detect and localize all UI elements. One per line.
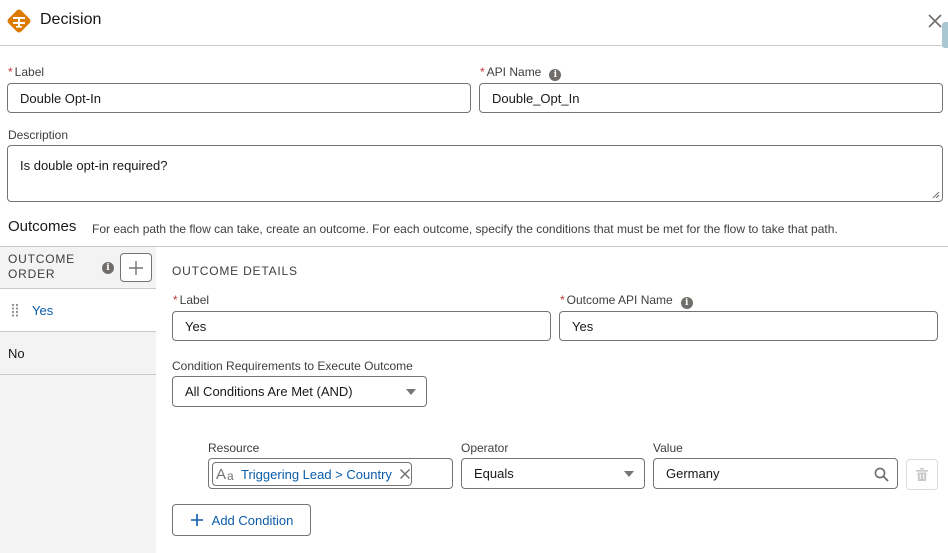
search-icon xyxy=(874,467,889,482)
modal-title: Decision xyxy=(40,11,102,28)
outcome-item-label: No xyxy=(8,345,25,361)
text-type-icon: Aa xyxy=(216,465,234,483)
description-value: Is double opt-in required? xyxy=(20,158,168,173)
outcome-label-field-label: * Label xyxy=(173,293,209,307)
trash-icon xyxy=(916,468,928,481)
add-condition-label: Add Condition xyxy=(211,512,294,528)
info-icon[interactable]: i xyxy=(102,262,114,274)
outcome-label-value: Yes xyxy=(185,318,207,334)
api-name-input-value: Double_Opt_In xyxy=(492,90,580,106)
outcome-item-yes[interactable]: Yes xyxy=(0,289,156,332)
outcome-api-name-text: Outcome API Name xyxy=(566,293,673,307)
outcomes-description: For each path the flow can take, create … xyxy=(92,222,838,236)
resource-pill[interactable]: Aa Triggering Lead > Country xyxy=(212,462,412,486)
label-input-value: Double Opt-In xyxy=(20,90,101,106)
api-name-input[interactable]: Double_Opt_In xyxy=(479,83,943,113)
required-marker: * xyxy=(8,65,13,79)
operator-select[interactable]: Equals xyxy=(461,458,645,489)
resource-pill-label: Triggering Lead > Country xyxy=(241,466,392,482)
chevron-down-icon xyxy=(406,388,416,395)
condition-requirements-label: Condition Requirements to Execute Outcom… xyxy=(172,359,413,373)
outcome-order-sidebar: OUTCOME ORDER i Yes No xyxy=(0,247,156,553)
condition-requirements-select[interactable]: All Conditions Are Met (AND) xyxy=(172,376,427,407)
decision-icon xyxy=(7,9,31,33)
outcome-item-label: Yes xyxy=(32,302,54,318)
required-marker: * xyxy=(480,65,485,79)
required-marker: * xyxy=(560,293,565,307)
outcomes-heading: Outcomes xyxy=(8,218,77,235)
info-icon[interactable]: i xyxy=(680,297,693,309)
outcome-details-heading: OUTCOME DETAILS xyxy=(172,264,298,278)
outcome-order-header: OUTCOME ORDER i xyxy=(0,247,156,289)
chevron-down-icon xyxy=(624,470,634,477)
outcome-label-input[interactable]: Yes xyxy=(172,311,551,341)
required-marker: * xyxy=(173,293,178,307)
description-field-label: Description xyxy=(8,128,69,142)
outcome-order-label: OUTCOME ORDER xyxy=(8,252,75,281)
value-input-value: Germany xyxy=(666,466,720,481)
outcome-api-name-field-label: * Outcome API Name i xyxy=(560,293,693,309)
add-condition-button[interactable]: Add Condition xyxy=(172,504,311,536)
api-name-text: API Name xyxy=(486,65,542,79)
remove-icon[interactable] xyxy=(399,468,411,480)
outcome-api-name-input[interactable]: Yes xyxy=(559,311,938,341)
label-text: Label xyxy=(14,65,45,79)
resource-label: Resource xyxy=(208,441,260,455)
side-panel-edge xyxy=(942,22,948,48)
plus-icon xyxy=(129,260,143,275)
drag-handle-icon[interactable] xyxy=(11,303,19,317)
add-outcome-button[interactable] xyxy=(120,253,152,282)
resize-grip-icon[interactable] xyxy=(932,191,940,199)
delete-condition-button[interactable] xyxy=(906,459,938,490)
plus-icon xyxy=(190,514,203,526)
operator-value: Equals xyxy=(474,466,514,481)
outcome-item-no[interactable]: No xyxy=(0,332,156,375)
description-textarea[interactable]: Is double opt-in required? xyxy=(7,145,943,202)
outcome-api-name-value: Yes xyxy=(572,318,594,334)
label-field-label: * Label xyxy=(8,65,44,79)
modal-header: Decision xyxy=(0,0,948,48)
api-name-field-label: * API Name i xyxy=(480,65,562,81)
value-input[interactable]: Germany xyxy=(653,458,898,489)
value-label: Value xyxy=(653,441,683,455)
outcome-label-text: Label xyxy=(179,293,210,307)
condition-requirements-value: All Conditions Are Met (AND) xyxy=(185,384,353,399)
label-input[interactable]: Double Opt-In xyxy=(7,83,471,113)
info-icon[interactable]: i xyxy=(549,69,562,81)
resource-input[interactable]: Aa Triggering Lead > Country xyxy=(208,458,453,489)
operator-label: Operator xyxy=(461,441,509,455)
